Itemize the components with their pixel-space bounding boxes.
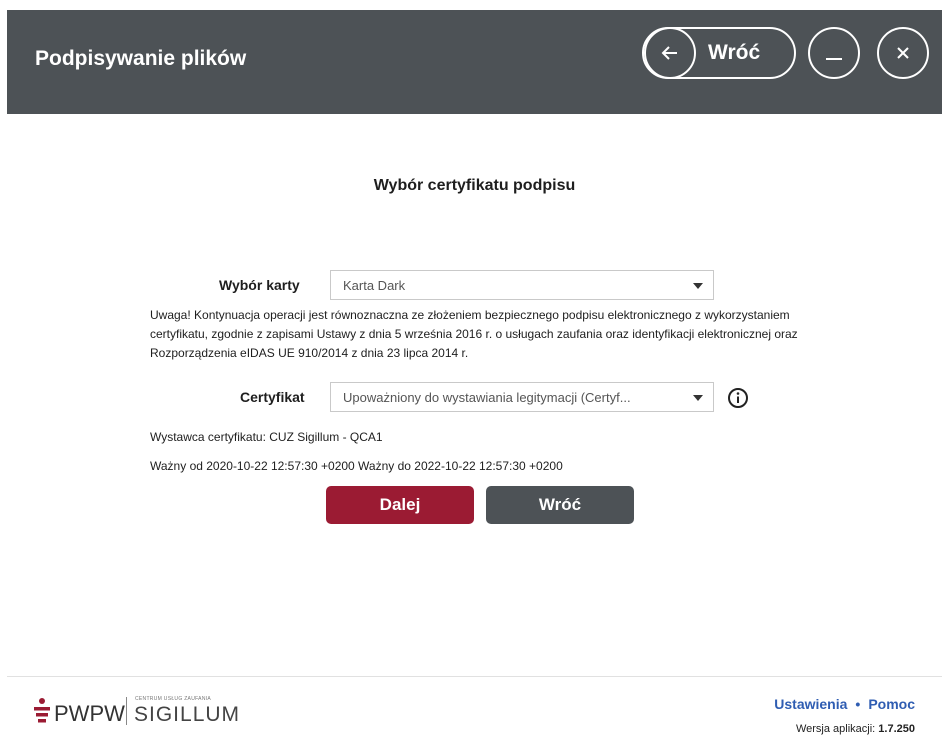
card-select[interactable]: Karta Dark [330, 270, 714, 300]
footer-links: Ustawienia • Pomoc [774, 696, 915, 712]
link-separator: • [855, 696, 861, 712]
issuer-text: Wystawca certyfikatu: CUZ Sigillum - QCA… [150, 430, 383, 444]
warning-text: Uwaga! Kontynuacja operacji jest równozn… [150, 308, 798, 360]
version-label: Wersja aplikacji: [795, 723, 876, 735]
chevron-down-icon [693, 395, 703, 401]
info-icon[interactable] [727, 387, 749, 414]
arrow-left-icon [644, 27, 696, 79]
app-window: Podpisywanie plików Wróć Wybór certyfika… [7, 10, 942, 749]
settings-link[interactable]: Ustawienia [774, 696, 847, 712]
help-link[interactable]: Pomoc [868, 696, 915, 712]
header-back-label: Wróć [708, 41, 761, 64]
section-title: Wybór certyfikatu podpisu [373, 177, 576, 194]
back-button[interactable]: Wróć [486, 486, 634, 524]
next-button[interactable]: Dalej [326, 486, 474, 524]
minimize-button[interactable] [808, 27, 860, 79]
chevron-down-icon [693, 283, 703, 289]
eagle-logo-icon [34, 698, 50, 723]
version-info: Wersja aplikacji: 1.7.250 [796, 723, 915, 735]
logo-sigillum-text: SIGILLUM [134, 703, 241, 726]
close-button[interactable] [877, 27, 929, 79]
title-bar: Podpisywanie plików Wróć [7, 10, 942, 114]
logo-small-text: CENTRUM USŁUG ZAUFANIA [135, 696, 212, 702]
logo-pwpw-text: PWPW [54, 701, 125, 726]
app-title: Podpisywanie plików [35, 47, 247, 70]
close-icon [897, 47, 909, 59]
certificate-select-value: Upoważniony do wystawiania legitymacji (… [343, 390, 631, 405]
header-back-button[interactable]: Wróć [642, 27, 796, 79]
version-value: 1.7.250 [878, 723, 915, 735]
card-select-value: Karta Dark [343, 278, 406, 293]
certificate-select-label: Certyfikat [240, 389, 305, 405]
certificate-select[interactable]: Upoważniony do wystawiania legitymacji (… [330, 382, 714, 412]
card-select-label: Wybór karty [219, 277, 300, 293]
validity-text: Ważny od 2020-10-22 12:57:30 +0200 Ważny… [150, 459, 563, 473]
minimize-icon [826, 58, 842, 60]
top-strip [0, 0, 942, 10]
logo-divider [126, 697, 127, 725]
footer-divider [7, 676, 942, 677]
